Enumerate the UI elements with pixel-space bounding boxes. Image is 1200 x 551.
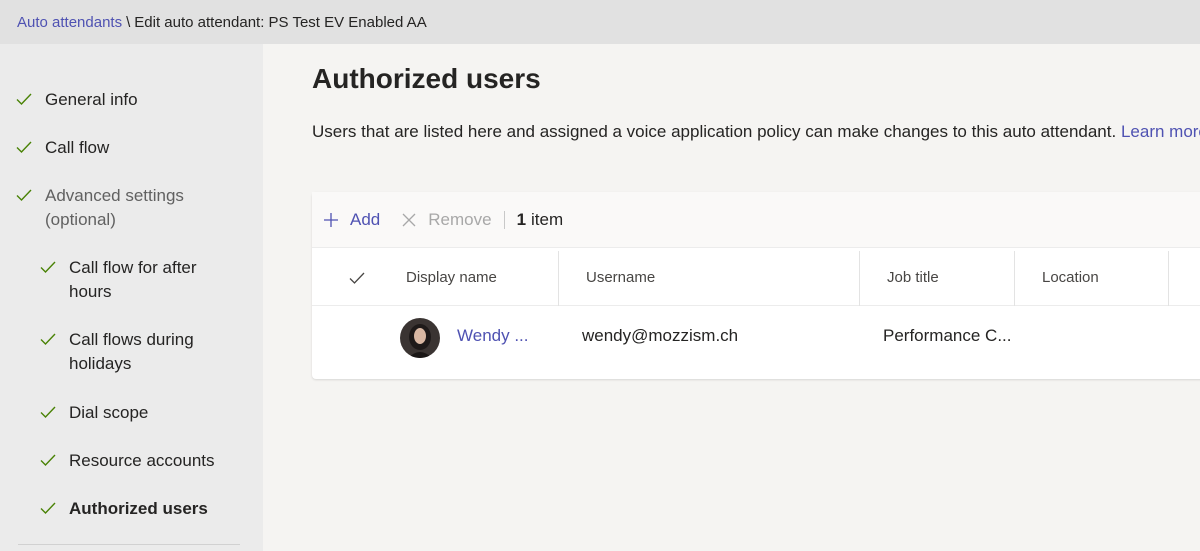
- sidebar-item-general-info[interactable]: General info: [15, 88, 255, 112]
- sidebar-item-dial-scope[interactable]: Dial scope: [39, 401, 259, 425]
- checkmark-icon: [16, 141, 32, 154]
- toolbar-divider: [503, 210, 505, 229]
- user-display-name-link[interactable]: Wendy ...: [457, 306, 529, 366]
- user-job-title: Performance C...: [883, 326, 1012, 345]
- checkmark-icon: [40, 454, 56, 467]
- sidebar-item-advanced-settings[interactable]: Advanced settings (optional): [15, 184, 195, 232]
- user-username: wendy@mozzism.ch: [582, 326, 739, 345]
- main-content: Authorized users Users that are listed h…: [263, 44, 1200, 551]
- item-count-number: 1: [516, 209, 527, 229]
- checkmark-icon: [40, 406, 56, 419]
- wizard-sidebar: General info Call flow Advanced settings…: [0, 44, 263, 551]
- checkmark-icon: [40, 333, 56, 346]
- sidebar-item-label: General info: [45, 90, 138, 109]
- checkmark-icon: [40, 502, 56, 515]
- description-text: Users that are listed here and assigned …: [312, 122, 1117, 141]
- sidebar-item-label: Resource accounts: [69, 451, 215, 470]
- column-header-username[interactable]: Username: [586, 249, 655, 306]
- users-toolbar: Add Remove 1 item: [312, 192, 1200, 248]
- page-title: Authorized users: [312, 63, 541, 94]
- sidebar-item-label: Advanced settings (optional): [45, 186, 184, 229]
- checkmark-icon: [16, 93, 32, 106]
- avatar: [400, 318, 440, 358]
- breadcrumb: Auto attendants \ Edit auto attendant: P…: [0, 0, 1200, 44]
- sidebar-item-label: Call flow: [45, 138, 110, 157]
- checkmark-icon: [16, 189, 32, 202]
- column-divider: [558, 251, 559, 306]
- checkmark-icon: [40, 261, 56, 274]
- table-row[interactable]: Wendy ... wendy@mozzism.ch Performance C…: [312, 306, 1200, 366]
- item-count-label: item: [531, 209, 564, 229]
- breadcrumb-auto-attendants-link[interactable]: Auto attendants: [17, 14, 122, 31]
- user-photo-icon: [400, 318, 440, 358]
- sidebar-item-call-flow-after-hours[interactable]: Call flow for after hours: [39, 256, 219, 304]
- table-header: Display name Username Job title Location: [312, 249, 1200, 306]
- breadcrumb-separator: \: [126, 13, 131, 31]
- sidebar-item-call-flow[interactable]: Call flow: [15, 136, 255, 160]
- sidebar-item-label: Call flow for after hours: [69, 258, 197, 301]
- add-button-label: Add: [350, 209, 381, 229]
- sidebar-item-label: Call flows during holidays: [69, 330, 194, 373]
- column-divider: [1168, 251, 1169, 306]
- authorized-users-card: Add Remove 1 item Display name Username …: [312, 192, 1200, 379]
- remove-button-label: Remove: [428, 209, 492, 229]
- remove-button[interactable]: Remove: [400, 209, 492, 230]
- sidebar-item-label: Authorized users: [69, 499, 208, 518]
- add-button[interactable]: Add: [322, 210, 380, 230]
- breadcrumb-current: Edit auto attendant: PS Test EV Enabled …: [134, 13, 427, 31]
- item-count: 1 item: [517, 210, 564, 230]
- sidebar-item-call-flows-holidays[interactable]: Call flows during holidays: [39, 328, 219, 376]
- plus-icon: [324, 212, 338, 227]
- learn-more-link[interactable]: Learn more: [1121, 122, 1200, 141]
- sidebar-item-resource-accounts[interactable]: Resource accounts: [39, 449, 259, 473]
- column-header-location[interactable]: Location: [1042, 249, 1099, 306]
- close-icon: [402, 213, 416, 226]
- column-header-job-title[interactable]: Job title: [887, 249, 939, 306]
- column-header-display-name[interactable]: Display name: [406, 249, 497, 306]
- sidebar-divider: [18, 544, 240, 545]
- column-divider: [1014, 251, 1015, 306]
- sidebar-item-authorized-users[interactable]: Authorized users: [39, 497, 259, 521]
- select-all-checkbox[interactable]: [348, 249, 366, 306]
- sidebar-item-label: Dial scope: [69, 403, 149, 422]
- page-description: Users that are listed here and assigned …: [312, 122, 1200, 142]
- checkmark-icon: [349, 272, 365, 284]
- column-divider: [859, 251, 860, 306]
